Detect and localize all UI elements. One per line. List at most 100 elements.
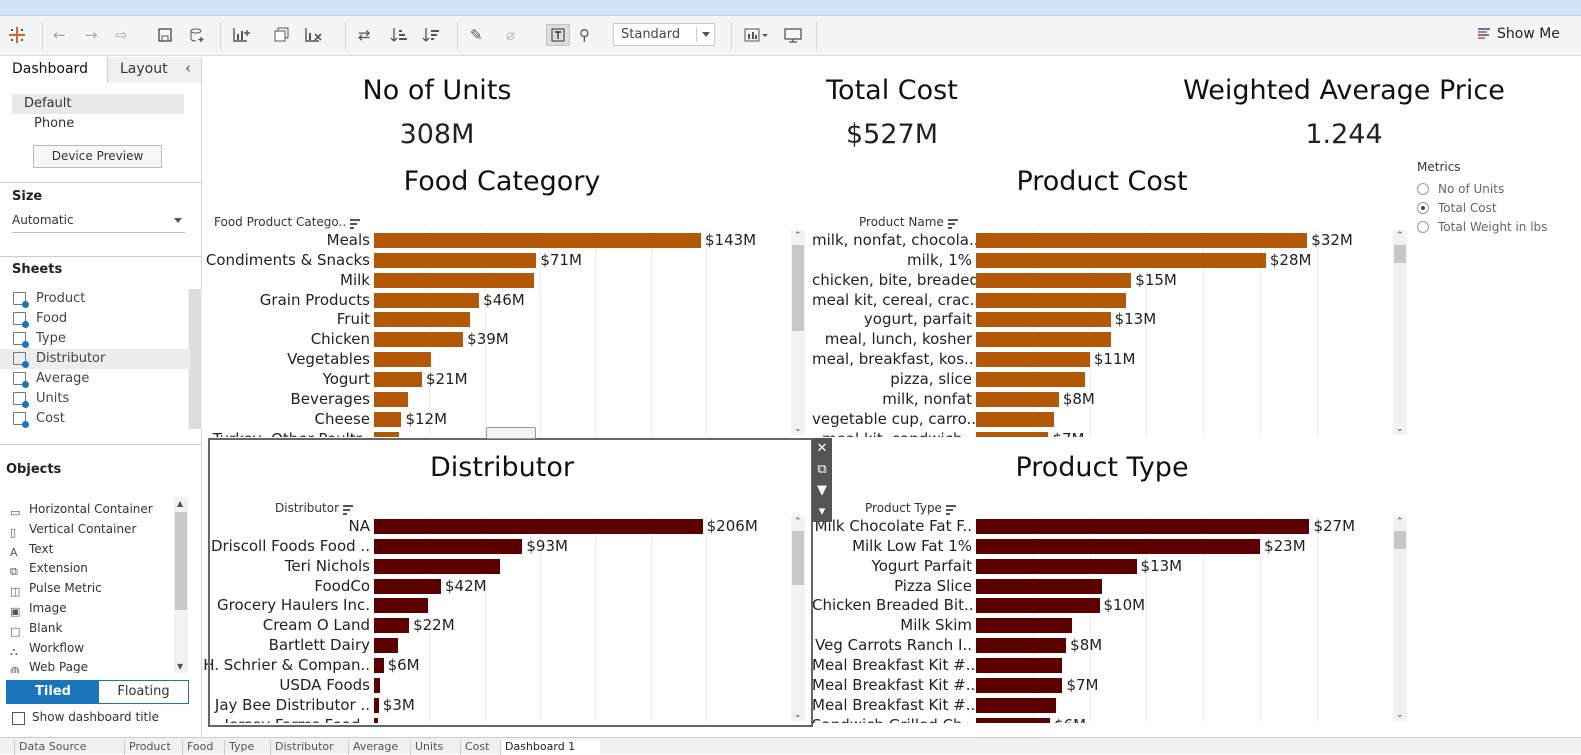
chart-distributor[interactable]: NA $206M Driscoll Foods Food .. $93M Teri Ni… (202, 516, 792, 723)
sort-icon[interactable] (945, 504, 956, 515)
device-preview-button[interactable]: Device Preview (33, 145, 162, 168)
field-label-product[interactable]: Product Name (859, 215, 958, 229)
bar-row[interactable]: Fruit (202, 309, 792, 329)
field-label-distributor[interactable]: Distributor (275, 501, 354, 515)
object-text[interactable]: A Text (0, 539, 180, 559)
bar-row[interactable]: meal, breakfast, kos.. $11M (812, 349, 1392, 369)
bar[interactable] (976, 519, 1310, 534)
bar[interactable] (374, 638, 398, 654)
chart-food-category[interactable]: Meals $143M Condiments & Snacks $71M Milk Gra… (202, 230, 792, 437)
chart-product-type[interactable]: Milk Chocolate Fat F.. $27M Milk Low Fat 1… (812, 516, 1392, 723)
sheet-tab-distributor[interactable]: Distributor (270, 740, 348, 755)
bar-row[interactable]: chicken, bite, breaded $15M (812, 270, 1392, 290)
bar[interactable] (976, 272, 1132, 288)
bar[interactable] (374, 431, 400, 437)
metric-option-total-cost[interactable]: Total Cost (1411, 199, 1497, 217)
bar-row[interactable]: Meal Breakfast Kit #.. (812, 695, 1392, 715)
bar-row[interactable]: Jersey Farms Food.. (202, 715, 792, 723)
sheet-tab-average[interactable]: Average (348, 740, 410, 755)
bar[interactable] (976, 618, 1073, 634)
go-to-sheet-icon[interactable]: ⧉ (812, 459, 832, 480)
sort-icon[interactable] (343, 504, 354, 515)
bar-row[interactable]: Cream O Land $22M (202, 615, 792, 635)
sheet-tab-dashboard-1[interactable]: Dashboard 1 (500, 740, 600, 755)
bar[interactable] (374, 677, 380, 693)
radio-button[interactable] (1417, 202, 1429, 214)
new-worksheet-icon[interactable] (232, 24, 252, 46)
objects-scrollbar[interactable]: ▲ ▼ (174, 497, 188, 673)
bar-row[interactable]: Meals $143M (202, 230, 792, 250)
sheet-tab-cost[interactable]: Cost (460, 740, 500, 755)
bar-row[interactable]: Vegetables (202, 349, 792, 369)
tiled-button[interactable]: Tiled (7, 681, 99, 703)
bar[interactable] (976, 538, 1261, 554)
close-icon[interactable]: ✕ (812, 438, 832, 459)
bar-row[interactable]: yogurt, parfait $13M (812, 309, 1392, 329)
object-extension[interactable]: ⧉ Extension (0, 558, 180, 578)
bar[interactable] (374, 618, 410, 634)
size-dropdown[interactable]: Automatic (12, 213, 185, 233)
tableau-logo-icon[interactable] (8, 24, 26, 46)
sheet-item-product[interactable]: Product (0, 289, 190, 309)
bar-row[interactable]: Jay Bee Distributor .. $3M (202, 695, 792, 715)
bar[interactable] (976, 312, 1111, 328)
food-chart-scrollbar[interactable]: ⌃ ⌄ (791, 230, 805, 435)
sort-descending-icon[interactable] (422, 24, 440, 46)
bar[interactable] (976, 677, 1063, 693)
bar-row[interactable]: Teri Nichols (202, 556, 792, 576)
field-label-food[interactable]: Food Product Catego.. (214, 215, 361, 229)
bar-row[interactable]: Yogurt Parfait $13M (812, 556, 1392, 576)
device-default[interactable]: Default (24, 96, 72, 111)
bar[interactable] (374, 717, 378, 723)
bar[interactable] (374, 411, 402, 427)
object-web-page[interactable]: ◍ Web Page (0, 657, 180, 673)
sheet-tab-product[interactable]: Product (124, 740, 182, 755)
bar-row[interactable]: pizza, slice (812, 369, 1392, 389)
bar[interactable] (976, 233, 1308, 248)
bar-row[interactable]: Pizza Slice (812, 576, 1392, 596)
object-blank[interactable]: □ Blank (0, 618, 180, 638)
bar[interactable] (976, 558, 1137, 574)
bar[interactable] (976, 578, 1102, 594)
presentation-mode-icon[interactable] (784, 24, 802, 46)
bar-row[interactable]: FoodCo $42M (202, 576, 792, 596)
filter-icon[interactable]: ▼ (812, 480, 832, 501)
bar[interactable] (374, 391, 409, 407)
bar-row[interactable]: Veg Carrots Ranch I.. $8M (812, 635, 1392, 655)
sheet-tab-units[interactable]: Units (410, 740, 460, 755)
bar-row[interactable]: Cheese $12M (202, 409, 792, 429)
bar-row[interactable]: meal, lunch, kosher (812, 329, 1392, 349)
object-vertical-container[interactable]: ▯ Vertical Container (0, 519, 180, 539)
bar[interactable] (976, 332, 1111, 348)
drag-handle[interactable] (486, 427, 536, 439)
duplicate-sheet-icon[interactable] (274, 24, 290, 46)
sort-icon[interactable] (947, 218, 958, 229)
bar-row[interactable]: Yogurt $21M (202, 369, 792, 389)
floating-button[interactable]: Floating (99, 681, 188, 703)
group-members-icon[interactable]: ⌀ (506, 24, 515, 46)
bar[interactable] (374, 332, 464, 348)
product-chart-scrollbar[interactable]: ⌃ ⌄ (1393, 230, 1407, 435)
radio-button[interactable] (1417, 183, 1429, 195)
show-cards-icon[interactable] (744, 24, 768, 46)
bar-row[interactable]: Meal Breakfast Kit #.. (812, 655, 1392, 675)
device-phone[interactable]: Phone (34, 116, 74, 131)
radio-button[interactable] (1417, 221, 1429, 233)
bar[interactable] (374, 697, 379, 713)
bar-row[interactable]: Bartlett Dairy (202, 635, 792, 655)
show-me-button[interactable]: Show Me (1477, 26, 1560, 42)
sheet-item-food[interactable]: Food (0, 309, 190, 329)
bar[interactable] (976, 638, 1067, 654)
bar[interactable] (374, 272, 535, 288)
bar-row[interactable]: USDA Foods (202, 675, 792, 695)
bar-row[interactable]: milk, nonfat, chocola.. $32M (812, 230, 1392, 250)
sort-icon[interactable] (350, 218, 361, 229)
undo-icon[interactable]: ← (53, 24, 66, 46)
fit-dropdown[interactable]: Standard (613, 23, 715, 46)
bar-row[interactable]: Grain Products $46M (202, 290, 792, 310)
bar-row[interactable]: Milk Low Fat 1% $23M (812, 536, 1392, 556)
sheet-item-type[interactable]: Type (0, 329, 190, 349)
bar-row[interactable]: NA $206M (202, 516, 792, 536)
bar-row[interactable]: Milk Skim (812, 615, 1392, 635)
sheet-item-average[interactable]: Average (0, 369, 190, 389)
